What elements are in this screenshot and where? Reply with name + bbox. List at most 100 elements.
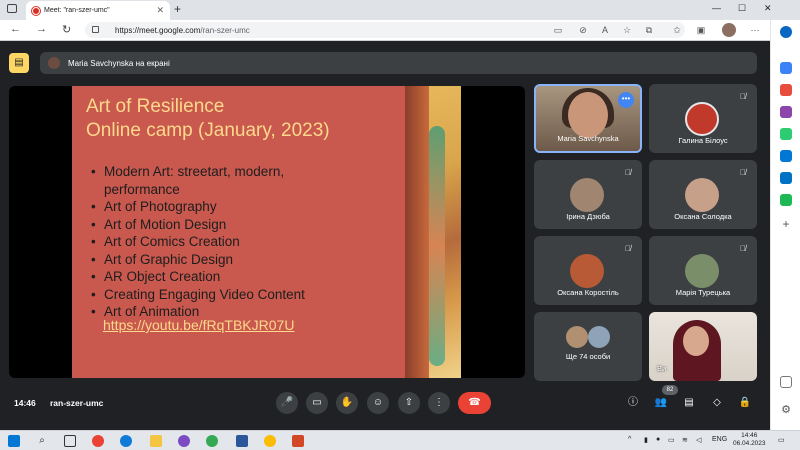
more-participants-tile[interactable]: Ще 74 особи [534,312,642,381]
meet-area: ▤ Maria Savchynska на екрані Art of Resi… [0,41,770,430]
viber-icon[interactable] [178,435,190,447]
presentation-stage[interactable]: Art of Resilience Online camp (January, … [9,86,525,378]
shopping-icon[interactable] [780,84,792,96]
participant-name: Ірина Дзюба [566,212,610,221]
tools-icon[interactable] [780,106,792,118]
presenting-text: Maria Savchynska на екрані [68,58,170,68]
chat-icon[interactable]: ▤ [682,396,696,410]
add-icon[interactable]: + [780,218,792,230]
camera-button[interactable]: ▭ [306,392,328,414]
participant-tile[interactable]: 🎙̸ Галина Білоус [649,84,757,153]
avatar [566,326,588,348]
camera-icon[interactable]: ▭ [553,25,563,35]
games-icon[interactable] [780,128,792,140]
reload-icon[interactable]: ↻ [62,23,71,36]
lock-icon[interactable] [92,26,99,33]
slide-link[interactable]: https://youtu.be/fRqTBKJR07U [103,317,294,333]
notifications-icon[interactable]: ▭ [778,436,785,444]
host-controls-icon[interactable]: 🔒 [738,396,752,410]
participant-tile[interactable]: 🎙̸ Оксана Коростіль [534,236,642,305]
favorite-icon[interactable]: ☆ [622,25,632,35]
minimize-icon[interactable]: — [712,3,721,13]
participant-video [568,92,608,138]
favorites-icon[interactable]: ✩ [672,25,682,35]
extensions-icon[interactable]: ⧉ [644,25,654,35]
microphone-button[interactable]: 🎤 [276,392,298,414]
collections-icon[interactable]: ▣ [696,25,706,35]
avatar [685,254,719,288]
tray-app-icon[interactable]: ▭ [668,436,675,444]
self-name: Ви [657,364,667,373]
chrome-icon[interactable] [92,435,104,447]
input-language[interactable]: ENG [712,436,727,443]
slide-bullet: AR Object Creation [91,268,334,286]
read-aloud-icon[interactable]: A [600,25,610,35]
present-button[interactable]: ⇧ [398,392,420,414]
chrome-icon[interactable] [206,435,218,447]
activities-icon[interactable]: ◇ [710,396,724,410]
edge-icon[interactable] [120,435,132,447]
self-view-tile[interactable]: Ви [649,312,757,381]
file-explorer-icon[interactable] [150,435,162,447]
block-icon[interactable]: ⊘ [578,25,588,35]
word-icon[interactable] [236,435,248,447]
forward-icon[interactable]: → [36,23,47,35]
tab-actions-icon[interactable] [7,4,17,13]
call-controls: 14:46 ran-szer-umc 🎤 ▭ ✋ ☺ ⇧ ⋮ ☎ ⓘ 82 👥 … [0,385,770,430]
maximize-icon[interactable]: ☐ [738,3,746,14]
powerpoint-icon[interactable] [292,435,304,447]
presentation-icon[interactable]: ▤ [9,53,29,73]
tray-chevron-icon[interactable]: ^ [628,436,631,443]
slide-bullets: Modern Art: streetart, modern, performan… [91,163,334,321]
settings-icon[interactable]: ⚙ [780,404,792,416]
system-date: 06.04.2023 [733,440,766,447]
new-tab-icon[interactable]: + [174,2,181,16]
search-icon[interactable]: ⌕ [36,435,48,447]
outlook-icon[interactable] [780,172,792,184]
wifi-icon[interactable]: ≋ [682,436,688,444]
raise-hand-button[interactable]: ✋ [336,392,358,414]
address-bar[interactable]: https://meet.google.com/ran-szer-umc [85,22,685,38]
url-path: /ran-szer-umc [200,25,250,35]
slide-decoration [429,126,445,366]
office-icon[interactable] [780,150,792,162]
mic-off-icon: 🎙̸ [740,244,746,253]
participant-tile[interactable]: 🎙̸ Марія Турецька [649,236,757,305]
profile-avatar[interactable] [722,23,736,37]
browser-tab[interactable]: Meet: "ran-szer-umc" ✕ [26,1,170,50]
back-icon[interactable]: ← [10,23,21,35]
mic-off-icon: 🎙̸ [625,244,631,253]
participant-tile[interactable]: 🎙̸ Ірина Дзюба [534,160,642,229]
menu-icon[interactable]: ⋯ [750,25,760,35]
start-icon[interactable] [8,435,20,447]
participant-name: Марія Турецька [675,288,731,297]
participant-name: Галина Білоус [678,136,728,145]
more-options-icon[interactable]: ••• [618,92,634,108]
participant-tile[interactable]: ••• Maria Savchynska [534,84,642,153]
tray-app-icon[interactable]: ● [656,436,660,443]
participant-tile[interactable]: 🎙̸ Оксана Солодка [649,160,757,229]
self-video [683,326,709,356]
avatar [685,178,719,212]
chrome-icon[interactable] [264,435,276,447]
leave-call-button[interactable]: ☎ [458,392,491,414]
drop-icon[interactable] [780,194,792,206]
slide-decoration [405,86,429,378]
bing-icon[interactable] [780,26,792,38]
reactions-button[interactable]: ☺ [367,392,389,414]
task-view-icon[interactable] [64,435,76,447]
slide-bullet: Art of Graphic Design [91,251,334,269]
windows-taskbar: ⌕ ^ ▮ ● ▭ ≋ ◁ ENG 14:46 06.04.2023 ▭ [0,430,800,450]
tray-app-icon[interactable]: ▮ [644,436,648,444]
more-options-button[interactable]: ⋮ [428,392,450,414]
people-icon[interactable]: 👥 [654,396,668,410]
volume-icon[interactable]: ◁ [696,436,701,444]
tab-close-icon[interactable]: ✕ [156,5,164,16]
slide-bullet: Art of Motion Design [91,216,334,234]
meeting-info-icon[interactable]: ⓘ [626,396,640,410]
search-icon[interactable] [780,62,792,74]
mic-off-icon: 🎙̸ [740,92,746,101]
window-close-icon[interactable]: ✕ [764,3,772,14]
sidebar-layout-icon[interactable] [780,376,792,388]
system-clock[interactable]: 14:46 06.04.2023 [733,432,766,448]
